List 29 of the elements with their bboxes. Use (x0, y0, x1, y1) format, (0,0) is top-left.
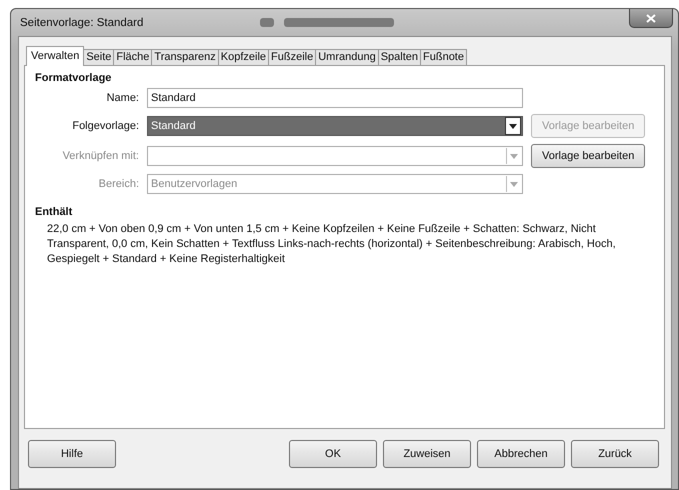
tab[interactable]: Kopfzeile (218, 49, 270, 65)
dialog-button[interactable]: OK (289, 440, 377, 468)
style-description: 22,0 cm + Von oben 0,9 cm + Von unten 1,5 cm + Keine Kopfzeilen + Keine Fußzeile + Schatten: Schwarz, Nicht Transparent, 0,0 cm, Kein Schatten + Textfluss Links-nach-rechts (horizontal) + Seitenbeschreibung: Arabisch, Hoch, Gespiegelt + Standard + Keine Registerhaltigkeit (47, 222, 617, 267)
text-field[interactable]: Standard (147, 88, 523, 108)
section-heading: Formatvorlage (35, 72, 112, 84)
tab[interactable]: Transparenz (151, 49, 219, 65)
dialog-button[interactable]: Hilfe (28, 440, 116, 468)
close-icon (646, 14, 656, 22)
field-label: Bereich: (98, 178, 139, 190)
tab[interactable]: Fußzeile (268, 49, 316, 65)
dropdown-arrow-icon (509, 124, 517, 128)
tab[interactable]: Fläche (113, 49, 152, 65)
dropdown-arrow-icon (510, 154, 518, 158)
tab[interactable]: Fußnote (420, 49, 467, 65)
dropdown-field[interactable]: Standard (147, 116, 523, 136)
window-title: Seitenvorlage: Standard (19, 16, 144, 28)
dialog-button[interactable]: Abbrechen (477, 440, 565, 468)
tab[interactable]: Seite (83, 49, 114, 65)
dropdown-arrow-icon (510, 182, 518, 186)
dialog-button[interactable]: Zuweisen (383, 440, 471, 468)
tab[interactable]: Spalten (378, 49, 422, 65)
field-label: Folgevorlage: (71, 120, 139, 132)
section-heading: Enthält (35, 206, 74, 218)
dialog-button[interactable]: Zurück (571, 440, 659, 468)
close-button[interactable] (629, 9, 673, 28)
tab[interactable]: Verwalten (26, 46, 84, 66)
field-label: Verknüpfen mit: (62, 150, 139, 162)
field-label: Name: (106, 92, 139, 104)
tab[interactable]: Umrandung (315, 49, 379, 65)
